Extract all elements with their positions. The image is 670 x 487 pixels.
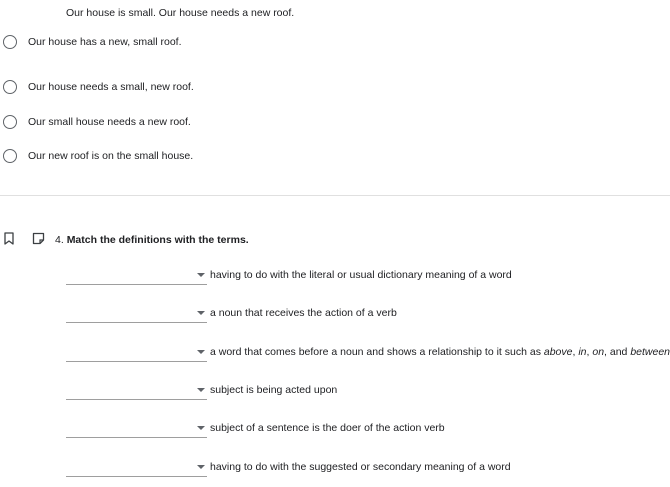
question-number: 4.	[55, 234, 64, 246]
question-text: Match the definitions with the terms.	[66, 234, 249, 246]
chevron-down-icon[interactable]	[197, 465, 205, 469]
term-dropdown[interactable]	[66, 266, 207, 285]
answer-option-4[interactable]: Our new roof is on the small house.	[3, 148, 193, 164]
bookmark-icon[interactable]	[4, 232, 14, 250]
question-prompt: Our house is small. Our house needs a ne…	[66, 7, 295, 19]
answer-option-1[interactable]: Our house has a new, small roof.	[3, 34, 182, 50]
note-icon[interactable]	[32, 232, 45, 250]
radio-icon[interactable]	[3, 149, 17, 163]
term-dropdown[interactable]	[66, 343, 207, 362]
radio-icon[interactable]	[3, 80, 17, 94]
match-row: having to do with the literal or usual d…	[66, 266, 666, 288]
answer-option-label: Our small house needs a new roof.	[28, 115, 191, 128]
match-row: having to do with the suggested or secon…	[66, 458, 666, 480]
chevron-down-icon[interactable]	[197, 388, 205, 392]
chevron-down-icon[interactable]	[197, 311, 205, 315]
term-dropdown[interactable]	[66, 304, 207, 323]
question-divider	[0, 195, 670, 196]
answer-option-label: Our house needs a small, new roof.	[28, 80, 194, 93]
answer-option-3[interactable]: Our small house needs a new roof.	[3, 114, 191, 130]
term-dropdown[interactable]	[66, 419, 207, 438]
answer-option-label: Our new roof is on the small house.	[28, 149, 194, 162]
radio-icon[interactable]	[3, 35, 17, 49]
chevron-down-icon[interactable]	[197, 350, 205, 354]
question-header: 4. Match the definitions with the terms.	[0, 229, 670, 249]
definition-text: subject is being acted upon	[210, 384, 338, 396]
term-dropdown[interactable]	[66, 381, 207, 400]
term-dropdown[interactable]	[66, 458, 207, 477]
chevron-down-icon[interactable]	[197, 273, 205, 277]
answer-option-label: Our house has a new, small roof.	[28, 35, 182, 48]
match-row: subject is being acted upon	[66, 381, 666, 403]
match-row: subject of a sentence is the doer of the…	[66, 419, 666, 441]
definition-text: a word that comes before a noun and show…	[210, 346, 670, 358]
radio-icon[interactable]	[3, 115, 17, 129]
match-row: a word that comes before a noun and show…	[66, 343, 670, 365]
definition-text: subject of a sentence is the doer of the…	[210, 422, 445, 434]
definition-text: having to do with the suggested or secon…	[210, 461, 511, 473]
chevron-down-icon[interactable]	[197, 426, 205, 430]
match-row: a noun that receives the action of a ver…	[66, 304, 666, 326]
definition-text: having to do with the literal or usual d…	[210, 269, 512, 281]
answer-option-2[interactable]: Our house needs a small, new roof.	[3, 79, 194, 95]
question-title: 4. Match the definitions with the terms.	[55, 234, 249, 246]
definition-text: a noun that receives the action of a ver…	[210, 307, 397, 319]
